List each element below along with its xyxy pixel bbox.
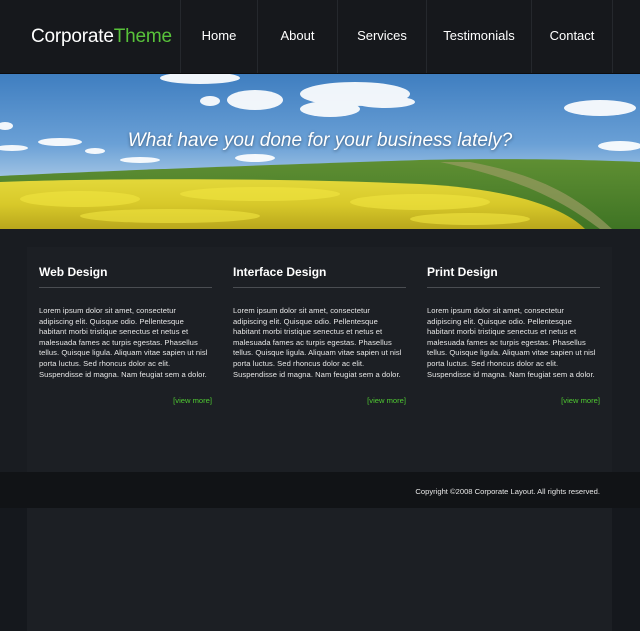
nav-item-about[interactable]: About	[257, 0, 337, 73]
view-more-link[interactable]: [view more]	[427, 396, 600, 405]
logo-text-accent: Theme	[113, 26, 172, 47]
feature-column-print-design: Print Design Lorem ipsum dolor sit amet,…	[415, 247, 612, 631]
nav-label-testimonials: Testimonials	[443, 28, 515, 43]
logo-text-main: Corporate	[31, 26, 114, 47]
main-nav: Home About Services Testimonials Contact	[180, 0, 613, 73]
view-more-link[interactable]: [view more]	[39, 396, 212, 405]
nav-label-services: Services	[357, 28, 407, 43]
feature-column-web-design: Web Design Lorem ipsum dolor sit amet, c…	[27, 247, 224, 631]
nav-item-contact[interactable]: Contact	[531, 0, 613, 73]
main-content: Web Design Lorem ipsum dolor sit amet, c…	[0, 229, 640, 631]
site-header: CorporateTheme Home About Services Testi…	[0, 0, 640, 74]
column-title: Print Design	[427, 265, 600, 288]
nav-label-contact: Contact	[549, 28, 595, 43]
nav-item-testimonials[interactable]: Testimonials	[426, 0, 531, 73]
nav-label-about: About	[280, 28, 315, 43]
copyright-text: Copyright ©2008 Corporate Layout. All ri…	[415, 487, 600, 496]
column-body: Lorem ipsum dolor sit amet, consectetur …	[39, 306, 208, 379]
column-body: Lorem ipsum dolor sit amet, consectetur …	[233, 306, 402, 379]
view-more-link[interactable]: [view more]	[233, 396, 406, 405]
hero-banner: What have you done for your business lat…	[0, 74, 640, 229]
column-title: Interface Design	[233, 265, 406, 288]
banner-tagline: What have you done for your business lat…	[127, 130, 513, 151]
site-logo[interactable]: CorporateTheme	[31, 26, 172, 48]
feature-column-interface-design: Interface Design Lorem ipsum dolor sit a…	[221, 247, 418, 631]
nav-item-services[interactable]: Services	[337, 0, 426, 73]
column-title: Web Design	[39, 265, 212, 288]
site-footer: Copyright ©2008 Corporate Layout. All ri…	[0, 472, 640, 508]
nav-label-home: Home	[201, 28, 237, 43]
nav-item-home[interactable]: Home	[180, 0, 257, 73]
column-body: Lorem ipsum dolor sit amet, consectetur …	[427, 306, 596, 379]
